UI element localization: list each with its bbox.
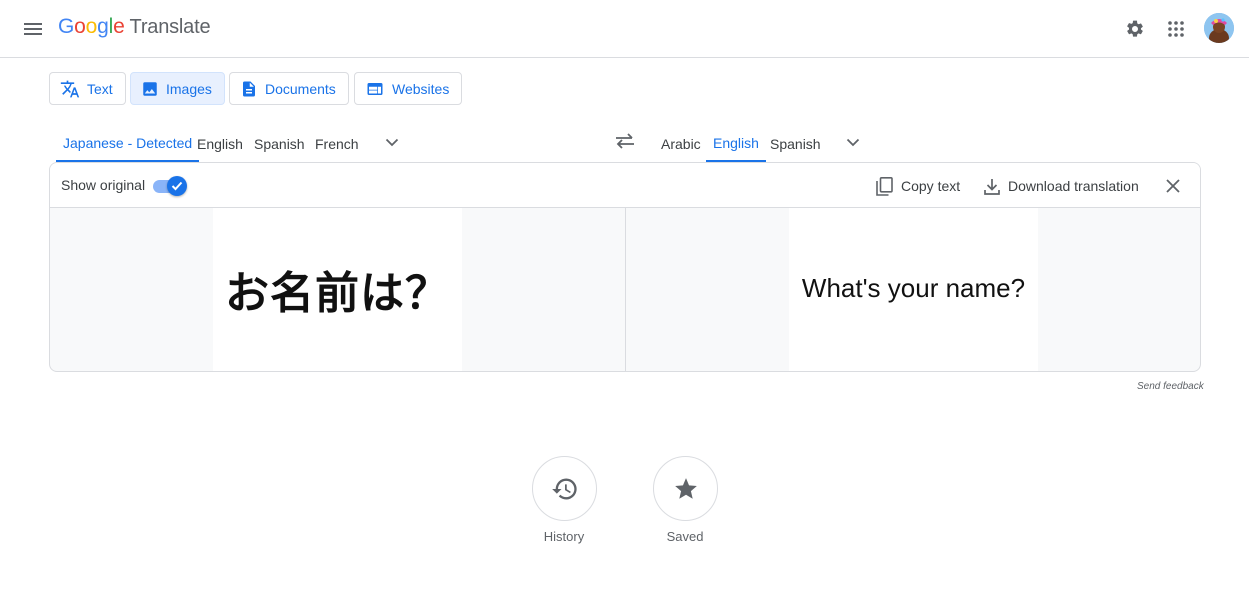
close-icon <box>1166 179 1180 193</box>
mode-tab-documents[interactable]: Documents <box>229 72 349 105</box>
history-button[interactable] <box>532 456 597 521</box>
mode-tab-label: Websites <box>392 80 450 97</box>
apps-grid-icon <box>1168 21 1184 37</box>
mode-tab-websites[interactable]: Websites <box>354 72 463 105</box>
source-image: お名前は？ <box>213 208 462 371</box>
history-label: History <box>543 529 585 544</box>
saved-label: Saved <box>666 529 704 544</box>
app-header: Google Translate <box>0 0 1249 58</box>
image-icon <box>143 81 157 96</box>
apps-button[interactable] <box>1161 14 1191 44</box>
show-original-toggle[interactable] <box>153 176 187 196</box>
chevron-down-icon <box>846 138 860 146</box>
swap-languages-button[interactable] <box>608 126 642 156</box>
download-icon <box>984 178 1000 195</box>
show-original-label: Show original <box>61 177 146 193</box>
copy-text-button[interactable]: Copy text <box>876 174 960 198</box>
download-translation-label: Download translation <box>1008 178 1139 194</box>
source-lang-detected[interactable]: Japanese - Detected <box>56 126 200 162</box>
translated-image-text: What's your name? <box>801 272 1026 303</box>
panel-toolbar: Show original Copy text Download transla… <box>50 163 1200 208</box>
main-menu-button[interactable] <box>18 14 48 44</box>
mode-tab-text[interactable]: Text <box>49 72 126 105</box>
target-lang-arabic[interactable]: Arabic <box>654 126 708 162</box>
image-translation-panel: Show original Copy text Download transla… <box>49 162 1201 372</box>
product-name: Translate <box>129 16 211 38</box>
send-feedback-link[interactable]: Send feedback <box>1137 381 1204 392</box>
source-lang-english[interactable]: English <box>190 126 250 162</box>
history-icon <box>551 478 577 499</box>
translated-image: What's your name? <box>789 208 1038 371</box>
source-image-text: お名前は？ <box>225 267 450 319</box>
target-lang-english[interactable]: English <box>706 126 766 162</box>
website-icon <box>367 82 383 95</box>
download-translation-button[interactable]: Download translation <box>984 174 1139 198</box>
copy-text-label: Copy text <box>901 178 961 194</box>
document-icon <box>243 81 255 96</box>
source-lang-french[interactable]: French <box>308 126 366 162</box>
google-wordmark: Google <box>58 15 125 38</box>
settings-button[interactable] <box>1120 14 1150 44</box>
target-lang-spanish[interactable]: Spanish <box>763 126 828 162</box>
saved-button[interactable] <box>653 456 718 521</box>
mode-tab-label: Text <box>87 80 113 97</box>
hamburger-menu-icon <box>24 23 42 35</box>
toggle-knob <box>167 176 187 196</box>
mode-tab-label: Documents <box>265 80 336 97</box>
avatar-image-icon <box>1204 13 1234 43</box>
google-translate-logo[interactable]: Google Translate <box>58 15 211 39</box>
source-lang-spanish[interactable]: Spanish <box>247 126 312 162</box>
mode-tab-images[interactable]: Images <box>130 72 225 105</box>
close-image-button[interactable] <box>1160 173 1186 199</box>
chevron-down-icon <box>385 138 399 146</box>
swap-arrows-icon <box>616 133 634 149</box>
copy-icon <box>876 176 893 196</box>
mode-tab-label: Images <box>166 80 212 97</box>
gear-icon <box>1127 20 1143 37</box>
check-icon <box>171 181 183 191</box>
pane-divider <box>625 208 626 371</box>
star-icon <box>674 477 697 499</box>
translate-icon <box>60 80 80 97</box>
source-lang-more-button[interactable] <box>376 128 408 156</box>
account-avatar[interactable] <box>1204 13 1234 43</box>
target-lang-more-button[interactable] <box>837 128 869 156</box>
